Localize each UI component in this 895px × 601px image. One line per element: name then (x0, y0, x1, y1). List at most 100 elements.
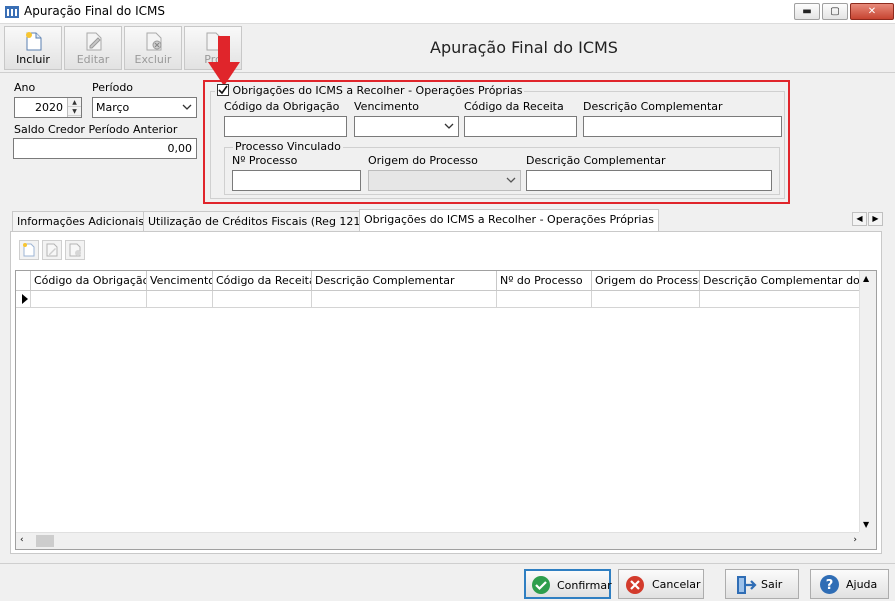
edit-document-icon (86, 32, 102, 51)
incluir-button[interactable]: Incluir (4, 26, 62, 70)
exit-icon (737, 576, 757, 594)
obrigacoes-checkbox[interactable] (217, 84, 229, 96)
column-header[interactable]: Descrição Complementar do Pr (700, 271, 861, 291)
minimize-button[interactable]: ▬ (794, 3, 820, 20)
help-icon: ? (820, 575, 839, 594)
vencimento-select[interactable] (354, 116, 459, 137)
excluir-label: Excluir (134, 53, 172, 66)
ano-spin[interactable]: ▲ ▼ (67, 98, 81, 117)
desc-processo-input[interactable] (526, 170, 772, 191)
ajuda-button[interactable]: ? Ajuda (810, 569, 889, 599)
window-title: Apuração Final do ICMS (24, 4, 165, 18)
row-indicator[interactable] (16, 291, 31, 308)
spin-up-icon[interactable]: ▲ (68, 98, 81, 107)
scroll-up-icon[interactable]: ▲ (863, 274, 869, 283)
saldo-input[interactable]: 0,00 (13, 138, 197, 159)
checkmark-icon (218, 85, 228, 95)
tab-label: Utilização de Créditos Fiscais (Reg 1210… (148, 215, 372, 228)
column-header[interactable]: Código da Receita (213, 271, 312, 291)
vertical-scrollbar[interactable]: ▲ ▼ (859, 271, 876, 532)
ano-label: Ano (14, 81, 36, 94)
sair-button[interactable]: Sair (725, 569, 799, 599)
origem-processo-select[interactable] (368, 170, 521, 191)
confirmar-button[interactable]: Confirmar (524, 569, 612, 599)
table-cell[interactable] (700, 291, 861, 308)
ano-stepper[interactable]: 2020 ▲ ▼ (14, 97, 82, 118)
obrigacoes-header: Obrigações do ICMS a Recolher - Operaçõe… (215, 84, 525, 97)
codigo-obrigacao-input[interactable] (224, 116, 347, 137)
processo-group-title: Processo Vinculado (233, 140, 343, 153)
saldo-value: 0,00 (167, 142, 193, 155)
vencimento-label: Vencimento (354, 100, 420, 113)
codigo-receita-input[interactable] (464, 116, 577, 137)
close-button[interactable]: ✕ (850, 3, 894, 20)
obrigacoes-checkbox-label: Obrigações do ICMS a Recolher - Operaçõe… (232, 84, 523, 97)
column-header[interactable]: Origem do Processo (592, 271, 700, 291)
ano-value: 2020 (35, 101, 63, 114)
obrigacoes-grid[interactable]: Código da Obrigação Vencimento Código da… (15, 270, 877, 550)
divider (0, 563, 895, 564)
chevron-down-icon (444, 123, 454, 129)
row-indicator-header (16, 271, 31, 291)
tab-scroll-right-icon[interactable]: ▶ (868, 212, 883, 226)
descricao-input[interactable] (583, 116, 782, 137)
num-processo-input[interactable] (232, 170, 361, 191)
periodo-select[interactable]: Março (92, 97, 197, 118)
desc-processo-label: Descrição Complementar (526, 154, 666, 167)
editar-button[interactable]: Editar (64, 26, 122, 70)
tab-scroll-left-icon[interactable]: ◀ (852, 212, 867, 226)
column-header[interactable]: Nº do Processo (497, 271, 592, 291)
delete-row-icon (69, 243, 81, 257)
scroll-corner (859, 532, 876, 549)
scroll-right-icon[interactable]: › (853, 535, 857, 545)
column-header[interactable]: Descrição Complementar (312, 271, 497, 291)
grid-add-button[interactable] (19, 240, 39, 260)
grid-delete-button[interactable] (65, 240, 85, 260)
svg-text:?: ? (826, 578, 834, 593)
ajuda-label: Ajuda (846, 578, 878, 591)
page-title: Apuração Final do ICMS (430, 38, 618, 57)
spin-down-icon[interactable]: ▼ (68, 107, 81, 116)
column-header[interactable]: Vencimento (147, 271, 213, 291)
editar-label: Editar (76, 53, 110, 66)
tab-creditos[interactable]: Utilização de Créditos Fiscais (Reg 1210… (143, 211, 377, 231)
tab-informacoes[interactable]: Informações Adicionais (12, 211, 150, 231)
grid-edit-button[interactable] (42, 240, 62, 260)
excluir-button[interactable]: Excluir (124, 26, 182, 70)
table-cell[interactable] (213, 291, 312, 308)
new-row-icon (23, 243, 35, 257)
maximize-button[interactable]: ▢ (822, 3, 848, 20)
origem-processo-label: Origem do Processo (368, 154, 478, 167)
tab-obrigacoes[interactable]: Obrigações do ICMS a Recolher - Operaçõe… (359, 209, 659, 232)
divider (0, 72, 895, 73)
incluir-label: Incluir (16, 53, 50, 66)
periodo-label: Período (92, 81, 134, 94)
cancelar-button[interactable]: Cancelar (618, 569, 704, 599)
descricao-label: Descrição Complementar (583, 100, 723, 113)
scroll-thumb[interactable] (36, 535, 54, 547)
table-cell[interactable] (497, 291, 592, 308)
chevron-down-icon (506, 177, 516, 183)
codigo-obrigacao-label: Código da Obrigação (224, 100, 340, 113)
codigo-receita-label: Código da Receita (464, 100, 564, 113)
table-cell[interactable] (31, 291, 147, 308)
column-header[interactable]: Código da Obrigação (31, 271, 147, 291)
edit-row-icon (46, 243, 58, 257)
current-row-icon (22, 294, 28, 304)
app-icon (5, 6, 19, 18)
sair-label: Sair (761, 578, 783, 591)
scroll-down-icon[interactable]: ▼ (863, 520, 869, 529)
tab-label: Informações Adicionais (17, 215, 145, 228)
cancelar-label: Cancelar (652, 578, 701, 591)
table-cell[interactable] (147, 291, 213, 308)
delete-document-icon (146, 32, 162, 51)
scroll-left-icon[interactable]: ‹ (20, 535, 24, 545)
table-cell[interactable] (312, 291, 497, 308)
chevron-down-icon (182, 104, 192, 110)
confirmar-label: Confirmar (557, 579, 612, 592)
saldo-label: Saldo Credor Período Anterior (14, 123, 178, 136)
num-processo-label: Nº Processo (232, 154, 298, 167)
table-cell[interactable] (592, 291, 700, 308)
horizontal-scrollbar[interactable]: ‹ › (16, 532, 861, 549)
periodo-value: Março (96, 101, 130, 114)
